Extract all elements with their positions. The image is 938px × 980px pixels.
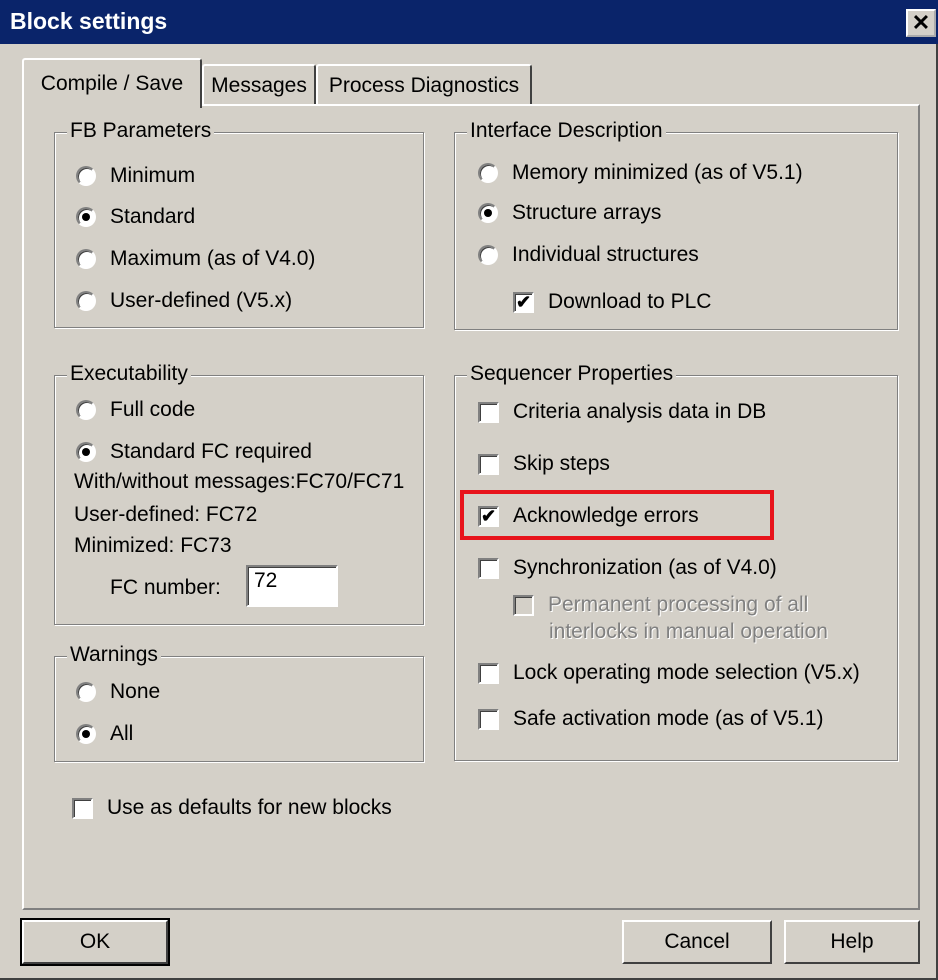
checkbox-lock-operating-mode[interactable]: Lock operating mode selection (V5.x) [478, 661, 860, 685]
option-label-continued: interlocks in manual operation [549, 620, 828, 643]
group-title: Warnings [67, 643, 161, 667]
checkbox-synchronization[interactable]: Synchronization (as of V4.0) [478, 556, 777, 580]
option-label: Full code [110, 398, 196, 421]
tab-label: Messages [211, 74, 307, 97]
option-label: All [110, 722, 134, 745]
title-bar[interactable]: Block settings ✕ [0, 0, 938, 44]
radio-user-defined[interactable]: User-defined (V5.x) [76, 289, 292, 313]
radio-none[interactable]: None [76, 680, 160, 704]
checkbox-skip-steps[interactable]: Skip steps [478, 452, 610, 476]
group-title: Executability [67, 362, 191, 386]
radio-button[interactable] [76, 400, 96, 420]
tab-label: Compile / Save [40, 72, 184, 95]
option-label: User-defined (V5.x) [110, 289, 293, 312]
radio-button[interactable] [76, 207, 96, 227]
warnings-group: Warnings [54, 643, 424, 762]
radio-full-code[interactable]: Full code [76, 398, 195, 422]
checkbox-download-to-plc[interactable]: ✔ Download to PLC [513, 290, 711, 314]
tab-label: Process Diagnostics [328, 74, 520, 97]
tab-messages[interactable]: Messages [202, 64, 316, 106]
group-title: Interface Description [467, 119, 666, 143]
radio-button[interactable] [76, 166, 96, 186]
radio-button[interactable] [76, 724, 96, 744]
checkbox-use-as-defaults[interactable]: Use as defaults for new blocks [72, 796, 392, 820]
cancel-button[interactable]: Cancel [622, 920, 772, 964]
option-label: Standard [110, 205, 196, 228]
option-label: Memory minimized (as of V5.1) [512, 161, 803, 184]
checkbox-safe-activation-mode[interactable]: Safe activation mode (as of V5.1) [478, 707, 824, 731]
radio-standard-fc-required[interactable]: Standard FC required [76, 440, 312, 464]
radio-dot-icon [82, 730, 90, 738]
radio-button[interactable] [76, 249, 96, 269]
option-label: Minimum [110, 164, 196, 187]
checkbox-criteria-analysis[interactable]: Criteria analysis data in DB [478, 400, 766, 424]
checkbox-acknowledge-errors[interactable]: ✔ Acknowledge errors [478, 504, 699, 528]
radio-memory-minimized[interactable]: Memory minimized (as of V5.1) [478, 161, 803, 185]
radio-individual-structures[interactable]: Individual structures [478, 243, 699, 267]
option-label: Lock operating mode selection (V5.x) [513, 661, 860, 684]
block-settings-dialog: Block settings ✕ Compile / Save Messages… [0, 0, 938, 980]
checkbox[interactable] [478, 401, 499, 423]
window-title: Block settings [10, 8, 168, 34]
fc-number-label: FC number: [110, 576, 221, 599]
help-button[interactable]: Help [784, 920, 920, 964]
option-label: Safe activation mode (as of V5.1) [513, 707, 824, 730]
checkbox[interactable] [72, 797, 93, 819]
close-button[interactable]: ✕ [906, 9, 936, 37]
info-text: User-defined: FC72 [74, 503, 258, 526]
option-label: Acknowledge errors [513, 504, 699, 527]
checkbox[interactable] [478, 662, 499, 684]
radio-dot-icon [484, 209, 492, 217]
checkbox-permanent-processing[interactable]: Permanent processing of all [513, 593, 808, 617]
radio-dot-icon [82, 213, 90, 221]
radio-standard[interactable]: Standard [76, 205, 195, 229]
checkbox[interactable]: ✔ [513, 291, 534, 313]
option-label: Download to PLC [548, 290, 712, 313]
checkbox[interactable] [513, 594, 534, 616]
check-mark-icon: ✔ [515, 292, 532, 312]
radio-minimum[interactable]: Minimum [76, 164, 195, 188]
radio-button[interactable] [478, 163, 498, 183]
ok-button[interactable]: OK [20, 918, 170, 966]
option-label: Permanent processing of all [548, 593, 809, 616]
option-label: Individual structures [512, 243, 699, 266]
group-title: Sequencer Properties [467, 362, 677, 386]
option-label: None [110, 680, 161, 703]
fc-number-input[interactable]: 72 [246, 565, 338, 607]
option-label: Criteria analysis data in DB [513, 400, 767, 423]
close-icon: ✕ [911, 10, 931, 35]
check-mark-icon: ✔ [480, 506, 497, 526]
radio-structure-arrays[interactable]: Structure arrays [478, 201, 661, 225]
checkbox[interactable] [478, 453, 499, 475]
option-label: Standard FC required [110, 440, 312, 463]
info-text: Minimized: FC73 [74, 534, 232, 557]
radio-all[interactable]: All [76, 722, 133, 746]
checkbox[interactable] [478, 708, 499, 730]
radio-button[interactable] [76, 682, 96, 702]
radio-button[interactable] [76, 442, 96, 462]
option-label: Skip steps [513, 452, 610, 475]
tab-compile-save[interactable]: Compile / Save [22, 58, 202, 108]
option-label: Synchronization (as of V4.0) [513, 556, 777, 579]
option-label: Structure arrays [512, 201, 662, 224]
checkbox[interactable] [478, 557, 499, 579]
radio-button[interactable] [478, 203, 498, 223]
tab-process-diagnostics[interactable]: Process Diagnostics [316, 64, 532, 106]
radio-dot-icon [82, 448, 90, 456]
option-label: Use as defaults for new blocks [107, 796, 392, 819]
group-title: FB Parameters [67, 119, 215, 143]
info-text: With/without messages:FC70/FC71 [74, 470, 411, 494]
radio-maximum[interactable]: Maximum (as of V4.0) [76, 247, 315, 271]
checkbox[interactable]: ✔ [478, 505, 499, 527]
option-label: Maximum (as of V4.0) [110, 247, 316, 270]
radio-button[interactable] [76, 291, 96, 311]
radio-button[interactable] [478, 245, 498, 265]
